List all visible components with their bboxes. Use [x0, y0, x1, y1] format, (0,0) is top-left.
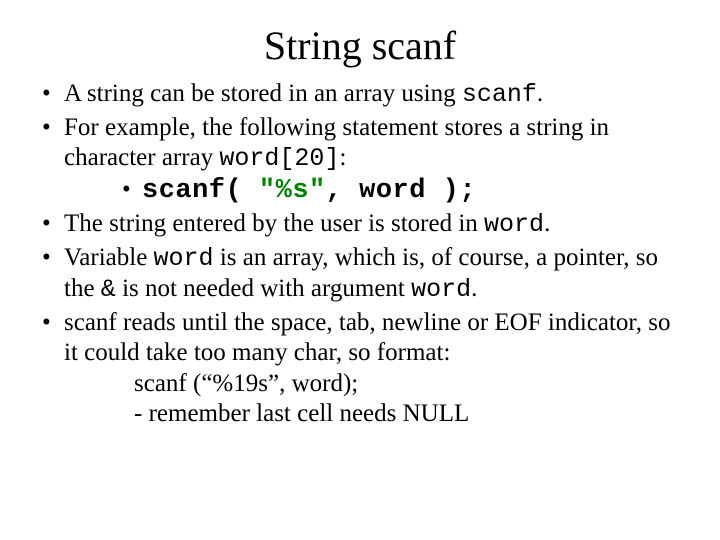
bullet-4-text-d: . [471, 275, 477, 302]
bullet-4-text-c: is not needed with argument [116, 275, 411, 302]
bullet-2-code: word[20] [219, 144, 339, 173]
bullet-2-text-b: : [339, 144, 346, 171]
bullet-5: scanf reads until the space, tab, newlin… [38, 308, 688, 430]
code-format-string: "%s" [259, 176, 326, 206]
bullet-2: For example, the following statement sto… [38, 113, 688, 208]
bullet-4-code-2: & [101, 275, 116, 304]
code-part-a: scanf( [142, 176, 259, 206]
bullet-5-extra: scanf (“%19s”, word); - remember last ce… [134, 369, 688, 430]
bullet-3: The string entered by the user is stored… [38, 209, 688, 241]
code-line: scanf( "%s", word ); [122, 175, 688, 208]
bullet-4-code-3: word [411, 275, 471, 304]
bullet-3-text-b: . [544, 210, 550, 237]
bullet-5-text: scanf reads until the space, tab, newlin… [64, 309, 670, 367]
bullet-5-line-2: - remember last cell needs NULL [134, 399, 688, 430]
bullet-3-code: word [484, 210, 544, 239]
bullet-5-line-1: scanf (“%19s”, word); [134, 369, 688, 400]
bullet-3-text-a: The string entered by the user is stored… [64, 210, 484, 237]
slide-title: String scanf [32, 22, 688, 69]
slide: String scanf A string can be stored in a… [0, 0, 720, 540]
code-part-b: , word ); [326, 176, 476, 206]
bullet-1: A string can be stored in an array using… [38, 79, 688, 111]
bullet-4-text-a: Variable [64, 244, 154, 271]
bullet-1-text-a: A string can be stored in an array using [64, 80, 462, 107]
bullet-1-text-b: . [537, 80, 543, 107]
bullet-list: A string can be stored in an array using… [38, 79, 688, 430]
bullet-1-code: scanf [462, 80, 537, 109]
sub-bullet-list: scanf( "%s", word ); [122, 175, 688, 208]
bullet-4: Variable word is an array, which is, of … [38, 243, 688, 306]
bullet-4-code-1: word [154, 244, 214, 273]
